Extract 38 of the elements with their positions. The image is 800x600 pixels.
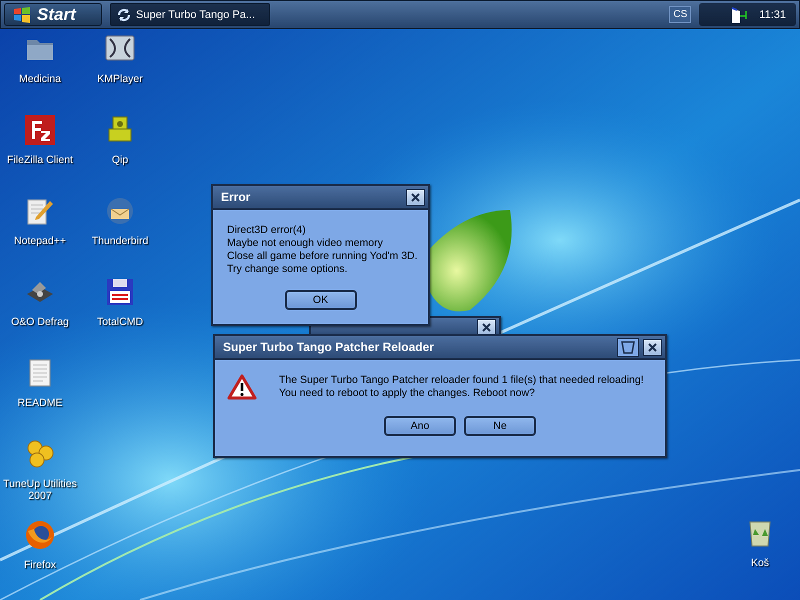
desktop-shortcut[interactable]: Firefox [0, 519, 80, 600]
firefox-icon [24, 519, 56, 551]
clock[interactable]: 11:31 [759, 8, 786, 20]
message-text: The Super Turbo Tango Patcher reloader found 1 file(s) that needed reloading! You need to reboot to apply the changes. Reboot now? [279, 374, 644, 400]
dialog-button[interactable]: Ne [464, 416, 536, 436]
bucket-icon [621, 340, 635, 354]
window-title: Error [221, 190, 252, 204]
desktop-shortcut[interactable]: Thunderbird [80, 195, 160, 276]
close-button[interactable] [643, 338, 662, 356]
close-button[interactable] [406, 188, 425, 206]
close-icon [648, 342, 657, 352]
flag-icon[interactable] [729, 6, 748, 22]
warning-icon [227, 374, 257, 400]
language-indicator[interactable]: CS [669, 6, 692, 23]
thunderbird-icon [104, 195, 136, 227]
filezilla-icon [24, 114, 56, 146]
dialog-button[interactable]: Ano [384, 416, 456, 436]
window-title: Super Turbo Tango Patcher Reloader [223, 340, 435, 354]
desktop-shortcut[interactable]: TotalCMD [80, 276, 160, 357]
desktop-shortcut[interactable]: Notepad++ [0, 195, 80, 276]
close-button[interactable] [477, 318, 496, 336]
desktop-shortcut[interactable]: O&O Defrag [0, 276, 80, 357]
desktop-shortcut[interactable]: TuneUp Utilities 2007 [0, 438, 80, 519]
dialog-button[interactable]: OK [284, 290, 356, 310]
desktop-shortcut[interactable]: README [0, 357, 80, 438]
refresh-icon [117, 8, 131, 22]
desktop-shortcut[interactable]: Medicina [0, 33, 80, 114]
windows-logo [13, 6, 31, 22]
desktop-shortcut[interactable]: Koš [730, 517, 790, 598]
message-text: Direct3D error(4) Maybe not enough video memory Close all game before running Yod'm 3D. Try change some options. [227, 224, 418, 276]
minimize-button[interactable] [617, 338, 639, 356]
desktop-shortcut[interactable]: FileZilla Client [0, 114, 80, 195]
close-icon [411, 192, 420, 202]
start-button[interactable]: Start [4, 3, 102, 26]
desktop-shortcut[interactable]: Qip [80, 114, 160, 195]
taskbar-task-button[interactable]: Super Turbo Tango Pa... [110, 3, 270, 26]
desktop-shortcut[interactable]: KMPlayer [80, 33, 160, 114]
close-icon [482, 322, 491, 332]
